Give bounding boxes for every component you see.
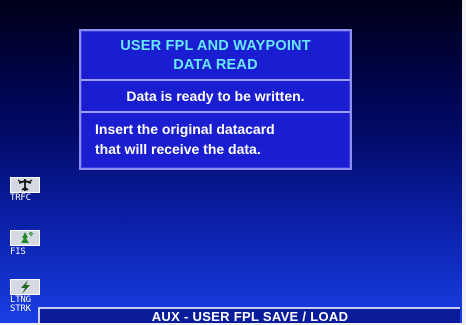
dialog-message-insert-line2: that will receive the data.	[95, 141, 261, 157]
lightning-strike-icon[interactable]	[10, 279, 40, 295]
dialog-title-line2: DATA READ	[173, 57, 258, 73]
data-read-dialog: USER FPL AND WAYPOINT DATA READ Data is …	[79, 29, 352, 170]
dialog-message-insert-line1: Insert the original datacard	[95, 121, 275, 137]
dialog-title-line1: USER FPL AND WAYPOINT	[120, 38, 311, 54]
display-bezel-right	[462, 0, 466, 325]
fis-weather-icon[interactable]	[10, 230, 40, 246]
mfd-screen: USER FPL AND WAYPOINT DATA READ Data is …	[0, 0, 466, 325]
dialog-title: USER FPL AND WAYPOINT DATA READ	[81, 31, 350, 79]
dialog-message-ready: Data is ready to be written.	[126, 88, 305, 104]
ltng-softkey-label-line2[interactable]: STRK	[10, 305, 31, 314]
trfc-softkey-label[interactable]: TRFC	[10, 194, 31, 203]
fis-softkey-label[interactable]: FIS	[10, 248, 26, 257]
traffic-aircraft-icon[interactable]	[10, 177, 40, 193]
dialog-message-insert: Insert the original datacard that will r…	[81, 113, 350, 168]
